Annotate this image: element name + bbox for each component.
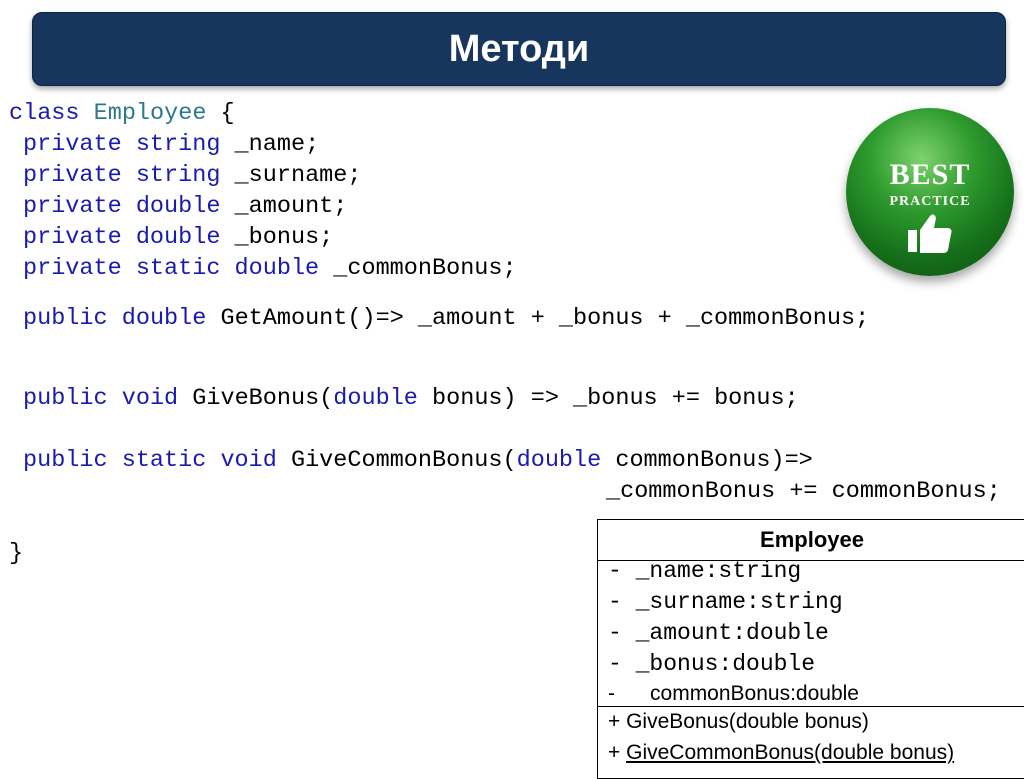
code-modifier: private [23,224,122,251]
uml-method: + GiveBonus(double bonus) [608,710,869,733]
code-modifier: public [23,385,108,412]
code-type: double [135,193,221,220]
badge-best-text: BEST [889,158,971,191]
uml-class-name: Employee [598,520,1024,561]
code-line-field: private double _amount; [23,193,347,221]
code-modifier: private [23,131,122,158]
code-type: string [135,131,221,158]
uml-attribute-text: commonBonus:double [650,682,859,705]
uml-method-prefix: + [608,741,627,764]
code-method-name: GiveCommonBonus( [276,447,517,474]
code-line-field: private string _surname; [23,162,361,190]
code-field-name: _bonus; [220,224,334,251]
code-modifier: private static [23,255,221,282]
code-close-brace: } [9,540,24,567]
code-class-name: Employee [93,100,207,127]
code-line-give-common-bonus-body: _commonBonus += commonBonus; [606,478,1001,505]
uml-class-diagram: Employee - _name:string - _surname:strin… [597,519,1024,779]
thumbs-up-icon [908,214,952,253]
code-modifier: private [23,162,122,189]
code-modifier: private [23,193,122,220]
uml-attribute: - _name:string [608,558,802,584]
code-line-field: private string _name; [23,131,319,159]
code-param-type: double [333,385,418,412]
code-method-name: GiveBonus( [178,385,334,412]
code-type: double [121,305,207,332]
uml-attribute: - _bonus:double [608,651,816,677]
code-line-field: private double _bonus; [23,224,333,252]
code-field-name: _surname; [220,162,362,189]
best-practice-badge: BEST PRACTICE [846,108,1014,276]
code-field-name: _amount; [220,193,348,220]
code-param-type: double [516,447,602,474]
code-type: double [135,224,221,251]
code-field-name: _commonBonus; [319,255,517,282]
slide-title: Методи [448,27,590,70]
code-line-give-bonus: public void GiveBonus(double bonus) => _… [23,385,799,413]
code-method-body: GetAmount()=> _amount + _bonus + _common… [206,305,870,332]
code-field-name: _name; [220,131,320,158]
uml-attribute: - _amount:double [608,620,829,646]
code-method-body: bonus) => _bonus += bonus; [417,385,799,412]
code-type: void [220,447,277,474]
code-type: void [121,385,179,412]
code-line-give-common-bonus: public static void GiveCommonBonus(doubl… [23,447,813,475]
code-type: string [135,162,221,189]
uml-attribute-common-bonus: - commonBonus:double [608,682,859,706]
code-type: double [234,255,320,282]
code-modifier: public static [23,447,207,474]
badge-practice-text: PRACTICE [889,194,971,209]
uml-attribute: - _surname:string [608,589,843,615]
code-keyword: class [9,100,80,127]
uml-method-static-name: GiveCommonBonus(double bonus) [626,741,955,764]
code-line-field: private static double _commonBonus; [23,255,517,283]
uml-separator [598,706,1024,707]
uml-attribute-dash: - [608,682,615,705]
code-line-class: class Employee { [9,100,235,128]
code-open-brace: { [206,100,235,127]
code-modifier: public [23,305,108,332]
slide-title-bar: Методи [32,12,1006,86]
code-line-get-amount: public double GetAmount()=> _amount + _b… [23,305,869,333]
uml-method-static: + GiveCommonBonus(double bonus) [608,741,954,765]
code-method-body: commonBonus)=> [601,447,813,474]
